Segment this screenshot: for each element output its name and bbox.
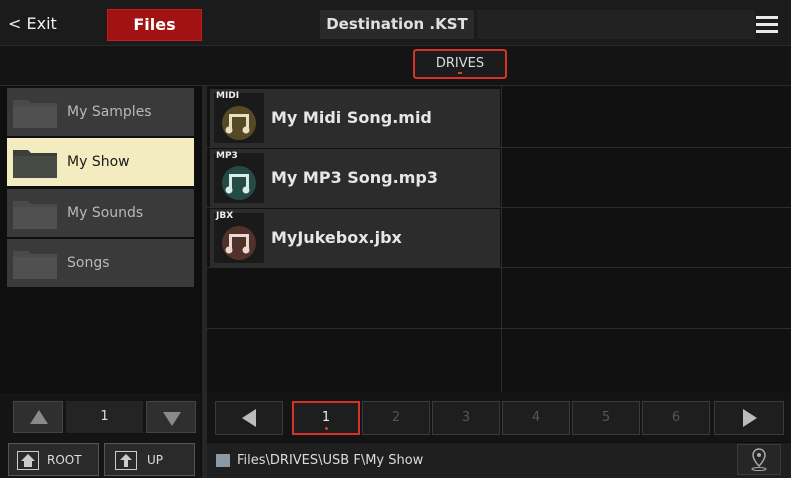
file-item-mp3[interactable]: MP3 My MP3 Song.mp3 [210, 149, 500, 207]
grid-line [207, 207, 791, 208]
grid-line [207, 267, 791, 268]
file-name: My MP3 Song.mp3 [271, 168, 438, 187]
folder-page-number: 1 [66, 401, 143, 433]
folder-icon [13, 251, 57, 279]
file-name: MyJukebox.jbx [271, 228, 402, 247]
file-name: My Midi Song.mid [271, 108, 432, 127]
grid-line [207, 147, 791, 148]
folder-icon [216, 454, 230, 467]
page-3-button[interactable]: 3 [432, 401, 500, 435]
triangle-down-icon [163, 412, 181, 426]
next-page-button[interactable] [714, 401, 784, 435]
home-icon [17, 451, 39, 470]
location-pin-icon [751, 448, 767, 471]
grid-line [501, 86, 502, 393]
folder-item-my-sounds[interactable]: My Sounds [7, 189, 194, 237]
destination-value-field[interactable] [477, 10, 755, 39]
up-label: UP [147, 453, 164, 467]
destination-button[interactable]: Destination .KST [320, 10, 474, 39]
tab-drives[interactable]: DRIVES [413, 49, 507, 79]
page-5-button[interactable]: 5 [572, 401, 640, 435]
file-item-midi[interactable]: MIDI My Midi Song.mid [210, 89, 500, 147]
scroll-up-button[interactable] [13, 401, 63, 433]
scroll-down-button[interactable] [146, 401, 196, 433]
root-label: ROOT [47, 453, 82, 467]
current-path: Files\DRIVES\USB F\My Show [237, 453, 424, 468]
folder-icon [13, 201, 57, 229]
folder-icon [13, 100, 57, 128]
location-button[interactable] [737, 444, 781, 475]
menu-icon[interactable] [752, 11, 782, 39]
page-6-button[interactable]: 6 [642, 401, 710, 435]
file-type-tag: MIDI [216, 91, 240, 101]
folder-label: Songs [67, 255, 110, 271]
previous-page-button[interactable] [215, 401, 283, 435]
folder-label: My Sounds [67, 205, 144, 221]
files-button[interactable]: Files [107, 9, 202, 41]
folder-item-songs[interactable]: Songs [7, 239, 194, 287]
triangle-left-icon [242, 409, 256, 427]
page-2-button[interactable]: 2 [362, 401, 430, 435]
folder-up-icon [115, 451, 137, 470]
page-4-button[interactable]: 4 [502, 401, 570, 435]
tab-active-indicator [458, 72, 462, 74]
folder-item-my-show[interactable]: My Show [7, 138, 194, 186]
active-page-indicator [325, 427, 328, 430]
triangle-right-icon [743, 409, 757, 427]
triangle-up-icon [30, 410, 48, 424]
folder-label: My Samples [67, 104, 152, 120]
up-button[interactable]: UP [104, 443, 195, 476]
file-item-jbx[interactable]: JBX MyJukebox.jbx [210, 209, 500, 267]
exit-button[interactable]: < Exit [8, 8, 78, 40]
grid-line [207, 328, 791, 329]
file-type-tag: JBX [216, 211, 234, 221]
folder-label: My Show [67, 154, 130, 170]
tab-row [0, 46, 791, 86]
file-type-tag: MP3 [216, 151, 238, 161]
folder-item-my-samples[interactable]: My Samples [7, 88, 194, 136]
root-button[interactable]: ROOT [8, 443, 99, 476]
folder-icon [13, 150, 57, 178]
